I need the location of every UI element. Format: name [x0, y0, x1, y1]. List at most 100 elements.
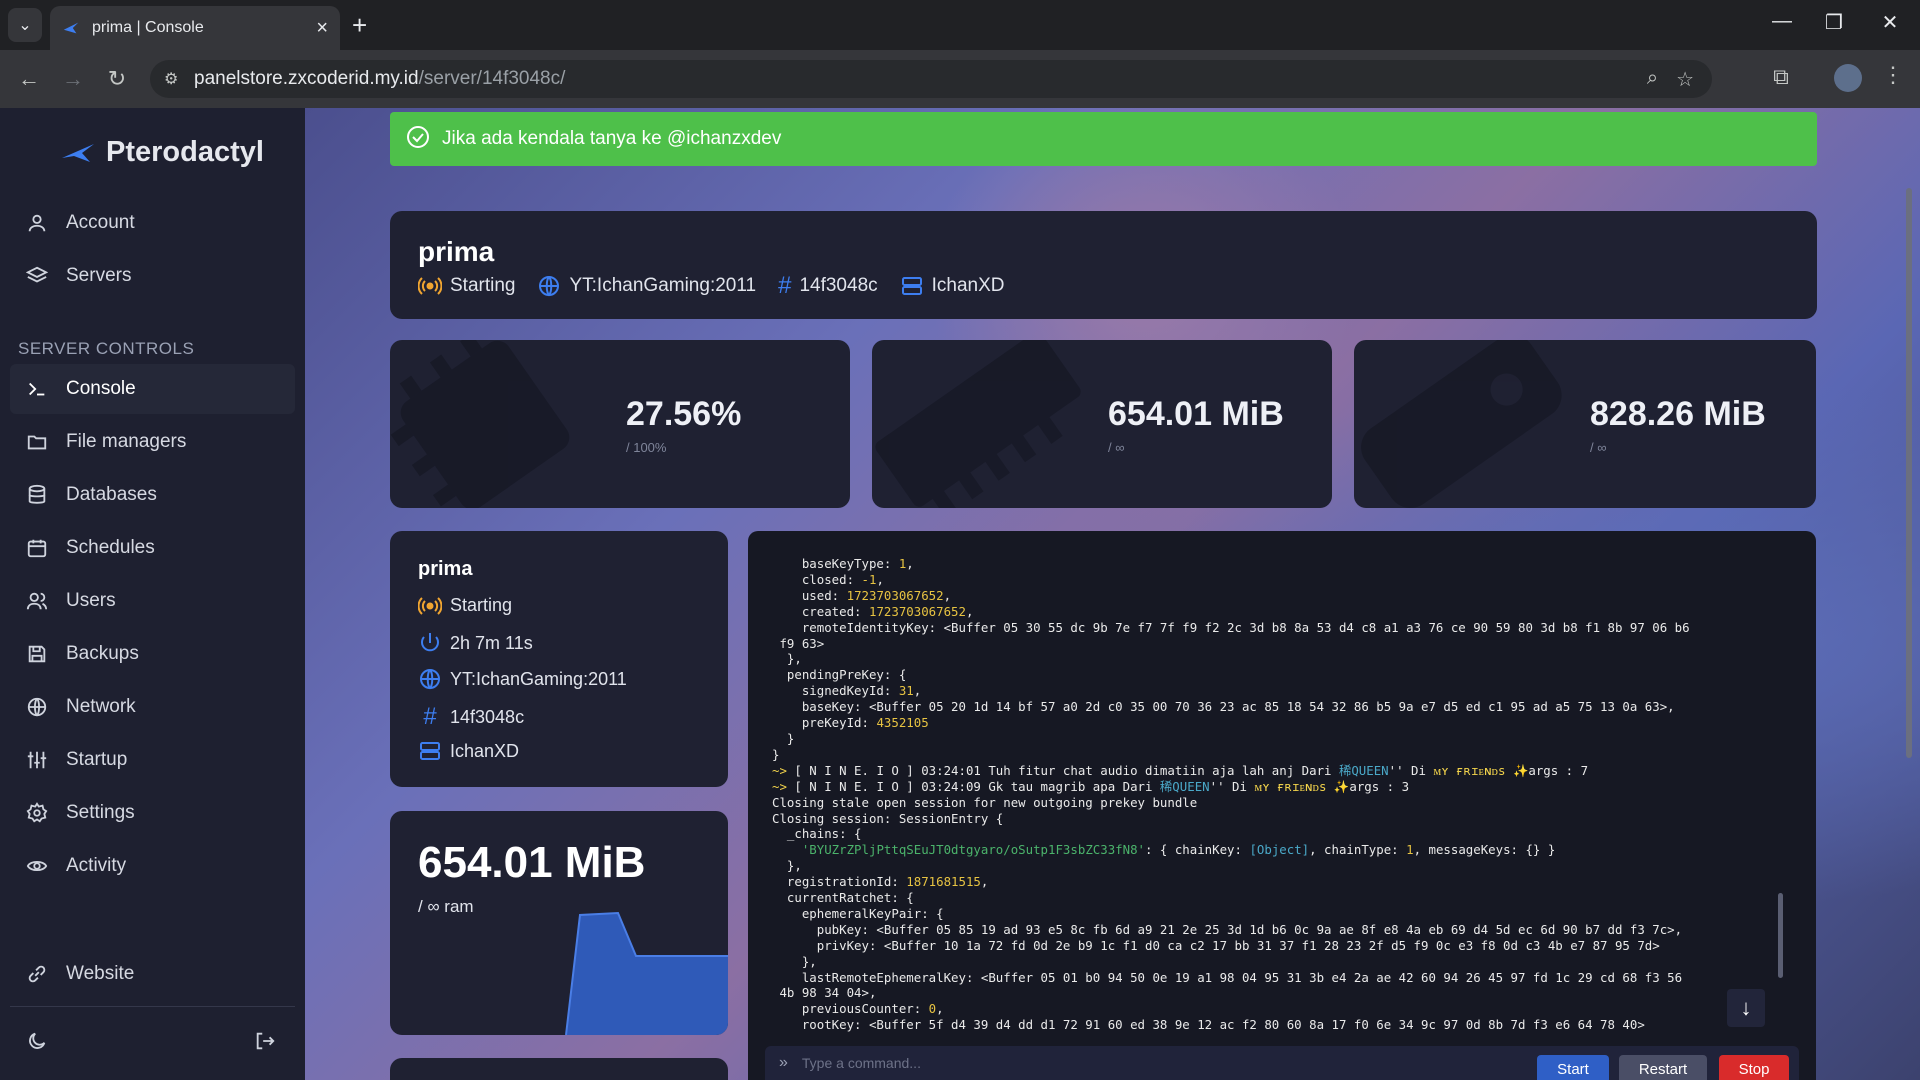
info-status: Starting: [418, 595, 512, 616]
server-header-card: [390, 211, 1817, 319]
calendar-icon: [26, 537, 66, 559]
disk-value: 828.26 MiB: [1590, 395, 1766, 433]
alert-banner: Jika ada kendala tanya ke @ichanzxdev: [390, 112, 1817, 166]
folder-icon: [26, 431, 66, 453]
alert-text: Jika ada kendala tanya ke @ichanzxdev: [442, 128, 782, 149]
sidebar-item-activity[interactable]: Activity: [10, 841, 295, 891]
info-id: # 14f3048c: [418, 703, 524, 731]
server-controls-heading: SERVER CONTROLS: [18, 339, 195, 358]
url-bar[interactable]: ⚙ panelstore.zxcoderid.my.id/server/14f3…: [150, 60, 1712, 98]
restore-icon[interactable]: ❐: [1814, 10, 1854, 35]
close-window-icon[interactable]: ✕: [1870, 10, 1910, 35]
tab-search-button[interactable]: ⌄: [8, 8, 42, 42]
globe-icon: [420, 669, 440, 690]
info-uptime: 2h 7m 11s: [418, 631, 533, 655]
sidebar-item-label: Account: [66, 212, 135, 233]
site-info-icon[interactable]: ⚙: [164, 69, 194, 89]
sidebar-item-account[interactable]: Account: [10, 198, 295, 248]
pterodactyl-favicon-icon: [63, 22, 79, 34]
server-icon: [901, 277, 922, 295]
globe-icon: [539, 276, 560, 297]
cpu-stat-card: 27.56% / 100%: [390, 340, 850, 508]
broadcast-icon: [418, 277, 442, 295]
server-id: # 14f3048c: [778, 272, 878, 299]
moon-icon[interactable]: [26, 1030, 48, 1057]
server-address: YT:IchanGaming:2011: [537, 274, 756, 298]
server-meta-row: Starting YT:IchanGaming:2011 # 14f3048c …: [418, 272, 1005, 300]
restart-button[interactable]: Restart: [1619, 1055, 1707, 1080]
minimize-icon[interactable]: —: [1762, 10, 1802, 33]
brand-logo[interactable]: Pterodactyl: [60, 136, 264, 169]
sidebar-item-label: Settings: [66, 802, 135, 823]
command-placeholder: Type a command...: [801, 1055, 921, 1071]
sidebar-item-users[interactable]: Users: [10, 576, 295, 626]
arrow-down-icon: ↓: [1740, 995, 1752, 1020]
reload-icon[interactable]: ↻: [102, 66, 132, 92]
extensions-icon[interactable]: ⧉: [1766, 64, 1796, 90]
close-tab-icon[interactable]: ×: [316, 17, 328, 40]
page-scrollbar[interactable]: [1906, 188, 1912, 758]
memory-limit: / ∞: [1108, 440, 1125, 455]
pterodactyl-logo-icon: [62, 143, 94, 162]
memory-value: 654.01 MiB: [1108, 395, 1284, 433]
back-icon[interactable]: ←: [14, 66, 44, 92]
hash-icon: #: [423, 703, 437, 730]
server-node: IchanXD: [900, 274, 1005, 298]
disk-stat-card: 828.26 MiB / ∞: [1354, 340, 1816, 508]
sidebar-item-label: Backups: [66, 643, 139, 664]
memory-stick-icon: [875, 340, 1081, 508]
sidebar-item-website[interactable]: Website: [10, 949, 295, 999]
sidebar-item-settings[interactable]: Settings: [10, 788, 295, 838]
sidebar-item-servers[interactable]: Servers: [10, 251, 295, 301]
next-card: [390, 1058, 728, 1080]
console-output: baseKeyType: 1, closed: -1, used: 172370…: [772, 556, 1690, 1033]
hard-drive-icon: [1361, 340, 1562, 508]
sidebar-item-label: Databases: [66, 484, 157, 505]
layers-icon: [26, 265, 66, 287]
browser-menu-icon[interactable]: ⋮: [1878, 62, 1908, 88]
memory-stat-card: 654.01 MiB / ∞: [872, 340, 1332, 508]
sliders-icon: [26, 749, 66, 771]
sidebar-item-label: Servers: [66, 265, 132, 286]
users-icon: [26, 590, 66, 612]
brand-name: Pterodactyl: [106, 136, 264, 168]
new-tab-icon[interactable]: +: [352, 10, 367, 41]
scroll-to-bottom-button[interactable]: ↓: [1727, 989, 1765, 1027]
stop-button[interactable]: Stop: [1719, 1055, 1789, 1080]
zoom-icon[interactable]: ⌕: [1647, 67, 1658, 92]
sidebar-item-label: Website: [66, 963, 135, 984]
memory-graph-value: 654.01 MiB: [418, 838, 646, 887]
sidebar-item-label: Activity: [66, 855, 127, 876]
power-icon: [421, 633, 439, 652]
start-button[interactable]: Start: [1537, 1055, 1609, 1080]
logout-icon[interactable]: [254, 1030, 276, 1057]
sidebar-item-console[interactable]: Console: [10, 364, 295, 414]
sidebar-item-label: Startup: [66, 749, 128, 770]
server-name: prima: [418, 236, 495, 267]
sidebar-item-schedules[interactable]: Schedules: [10, 523, 295, 573]
link-icon: [26, 963, 66, 985]
forward-icon[interactable]: →: [58, 66, 88, 92]
broadcast-icon: [418, 596, 442, 615]
sidebar-divider: [10, 1006, 295, 1007]
sidebar-item-file-managers[interactable]: File managers: [10, 417, 295, 467]
disk-limit: / ∞: [1590, 440, 1607, 455]
sidebar-item-label: Schedules: [66, 537, 155, 558]
cpu-value: 27.56%: [626, 395, 742, 433]
hash-icon: #: [778, 272, 792, 299]
user-icon: [26, 212, 66, 234]
sidebar-item-network[interactable]: Network: [10, 682, 295, 732]
chevrons-right-icon: »: [779, 1054, 788, 1071]
save-icon: [26, 643, 66, 665]
profile-avatar[interactable]: [1834, 64, 1862, 92]
sidebar-item-databases[interactable]: Databases: [10, 470, 295, 520]
server-icon: [420, 742, 440, 760]
memory-graph-sub: / ∞ ram: [418, 897, 474, 916]
sidebar-item-backups[interactable]: Backups: [10, 629, 295, 679]
console-scrollbar[interactable]: [1778, 893, 1783, 978]
bookmark-star-icon[interactable]: ☆: [1676, 67, 1694, 92]
gear-icon: [26, 802, 66, 824]
info-server-name: prima: [418, 558, 473, 580]
browser-tab[interactable]: prima | Console ×: [50, 6, 340, 50]
sidebar-item-startup[interactable]: Startup: [10, 735, 295, 785]
